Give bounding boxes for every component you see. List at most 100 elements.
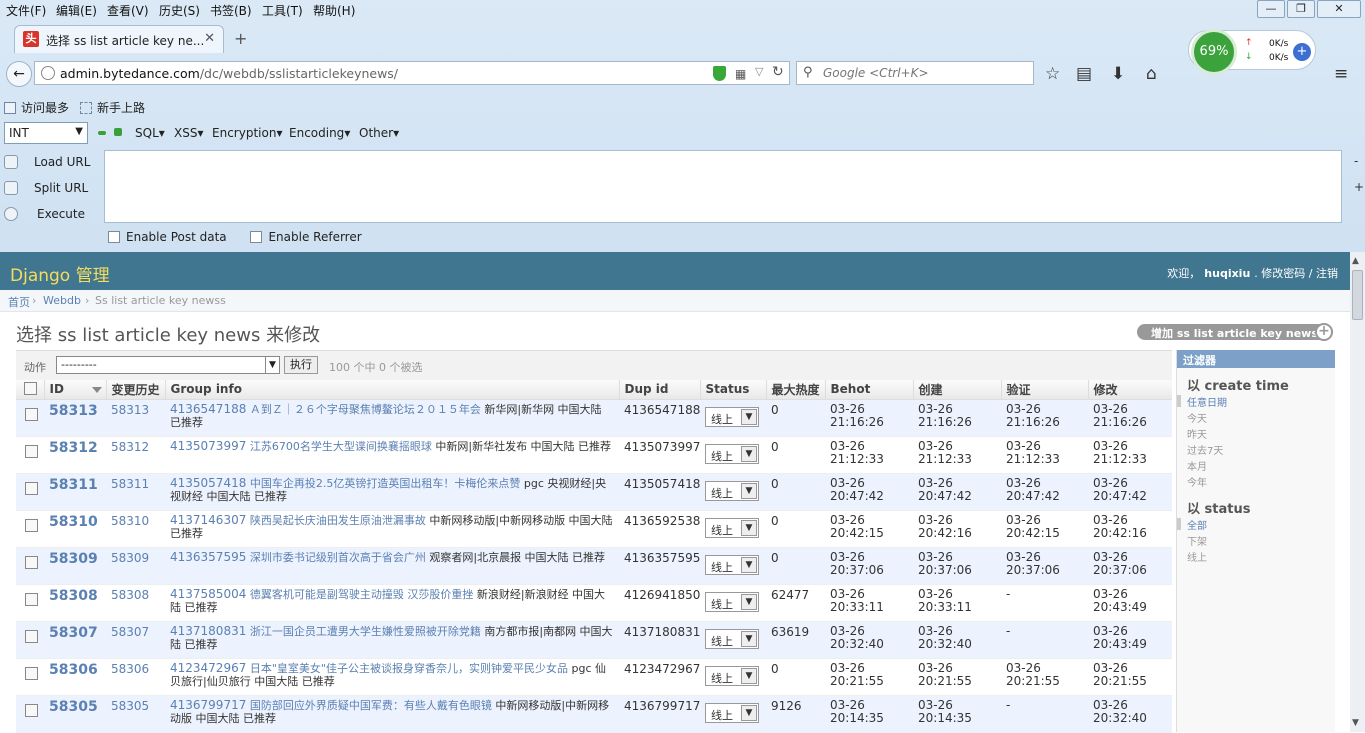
group-id-link[interactable]: 4136799717 <box>170 698 246 712</box>
row-id-link[interactable]: 58307 <box>49 625 98 641</box>
row-id-link[interactable]: 58310 <box>49 514 98 530</box>
home-icon[interactable]: ⌂ <box>1146 64 1157 84</box>
row-id-link[interactable]: 58305 <box>49 699 98 715</box>
column-verified[interactable]: 验证 <box>1000 380 1088 400</box>
row-checkbox[interactable] <box>16 436 44 474</box>
column-max-hot[interactable]: 最大热度 <box>765 380 825 400</box>
filter-option[interactable]: 今天 <box>1187 410 1207 425</box>
scroll-down-icon[interactable]: ▼ <box>1352 718 1359 728</box>
row-checkbox[interactable] <box>16 399 44 437</box>
scroll-up-icon[interactable]: ▲ <box>1352 256 1359 266</box>
row-checkbox[interactable] <box>16 658 44 696</box>
row-checkbox[interactable] <box>16 584 44 622</box>
column-dup-id[interactable]: Dup id <box>618 380 700 400</box>
group-title-link[interactable]: 江苏6700名学生大型谍间换襄摇眼球 <box>250 440 432 453</box>
search-bar[interactable]: ⚲ <box>796 61 1034 85</box>
filter-option[interactable]: 全部 <box>1187 517 1207 532</box>
restore-button[interactable]: ❐ <box>1287 0 1315 18</box>
row-id-link[interactable]: 58311 <box>49 477 98 493</box>
page-scrollbar[interactable]: ▲ ▼ <box>1350 252 1365 732</box>
bookmark-getting-started[interactable]: 新手上路 <box>80 99 145 116</box>
column-created[interactable]: 创建 <box>912 380 1001 400</box>
execute-button[interactable]: Execute <box>4 204 104 224</box>
row-history-link[interactable]: 58306 <box>106 658 165 696</box>
column-history[interactable]: 变更历史 <box>105 380 165 400</box>
select-all-checkbox[interactable] <box>16 380 44 400</box>
qr-code-icon[interactable]: ▦ <box>735 67 746 81</box>
menu-tools[interactable]: 工具(T) <box>262 2 303 19</box>
tab-close-icon[interactable]: ✕ <box>204 31 215 46</box>
filter-option[interactable]: 下架 <box>1187 533 1207 548</box>
download-icon[interactable]: ⬇ <box>1111 64 1125 84</box>
group-id-link[interactable]: 4137585004 <box>170 587 246 601</box>
filter-option[interactable]: 昨天 <box>1187 426 1207 441</box>
row-history-link[interactable]: 58305 <box>106 695 165 733</box>
menu-help[interactable]: 帮助(H) <box>313 2 355 19</box>
enable-referrer-checkbox[interactable]: Enable Referrer <box>250 230 362 244</box>
row-history-link[interactable]: 58310 <box>106 510 165 548</box>
filter-option[interactable]: 今年 <box>1187 474 1207 489</box>
group-title-link[interactable]: 陕西吴起长庆油田发生原油泄漏事故 <box>250 514 426 527</box>
new-tab-button[interactable]: + <box>234 29 247 48</box>
row-id-link[interactable]: 58313 <box>49 403 98 419</box>
hackbar-type-select[interactable]: INT ▼ <box>4 122 88 144</box>
browser-tab[interactable]: 头 选择 ss list article key ne... ✕ <box>14 25 224 53</box>
group-id-link[interactable]: 4135057418 <box>170 476 246 490</box>
row-checkbox[interactable] <box>16 473 44 511</box>
group-id-link[interactable]: 4137180831 <box>170 624 246 638</box>
add-item-button[interactable]: 增加 ss list article key news + <box>1137 323 1333 341</box>
hackbar-menu-encoding[interactable]: Encoding▾ <box>289 126 350 140</box>
status-select[interactable]: 线上 ▼ <box>705 517 759 538</box>
minus-icon[interactable] <box>98 131 106 135</box>
status-select[interactable]: 线上 ▼ <box>705 443 759 464</box>
filter-option[interactable]: 任意日期 <box>1187 394 1227 409</box>
bookmark-star-icon[interactable]: ☆ <box>1045 64 1060 84</box>
row-history-link[interactable]: 58308 <box>106 584 165 622</box>
column-status[interactable]: Status <box>699 380 766 400</box>
group-id-link[interactable]: 4135073997 <box>170 439 246 453</box>
group-title-link[interactable]: 国防部回应外界质疑中国军费：有些人戴有色眼镜 <box>250 699 492 712</box>
status-select[interactable]: 线上 ▼ <box>705 628 759 649</box>
row-history-link[interactable]: 58311 <box>106 473 165 511</box>
group-title-link[interactable]: 中国车企再投2.5亿英镑打造英国出租车！卡梅伦来点赞 <box>250 477 521 490</box>
site-brand[interactable]: Django 管理 <box>10 261 110 286</box>
row-id-link[interactable]: 58309 <box>49 551 98 567</box>
user-links[interactable]: . 修改密码 / 注销 <box>1254 267 1338 280</box>
breadcrumb-home[interactable]: 首页 <box>8 294 30 310</box>
load-url-button[interactable]: Load URL <box>4 152 104 172</box>
row-id-link[interactable]: 58306 <box>49 662 98 678</box>
action-select[interactable]: --------- ▼ <box>56 356 280 374</box>
status-select[interactable]: 线上 ▼ <box>705 665 759 686</box>
status-select[interactable]: 线上 ▼ <box>705 591 759 612</box>
group-id-link[interactable]: 4136357595 <box>170 550 246 564</box>
menu-file[interactable]: 文件(F) <box>6 2 46 19</box>
menu-bookmarks[interactable]: 书签(B) <box>210 2 252 19</box>
back-arrow-icon[interactable]: ← <box>6 61 32 87</box>
group-title-link[interactable]: Ａ到Ｚ｜２６个字母聚焦博鳌论坛２０１５年会 <box>250 403 481 416</box>
group-id-link[interactable]: 4136547188 <box>170 402 246 416</box>
row-id-link[interactable]: 58308 <box>49 588 98 604</box>
row-history-link[interactable]: 58313 <box>106 399 165 437</box>
shrink-icon[interactable]: - <box>1354 154 1358 168</box>
column-behot[interactable]: Behot <box>824 380 913 400</box>
minimize-button[interactable]: — <box>1257 0 1285 18</box>
hamburger-menu-icon[interactable]: ≡ <box>1334 64 1348 84</box>
security-shield-icon[interactable] <box>713 66 726 81</box>
hackbar-menu-sql[interactable]: SQL▾ <box>135 126 165 140</box>
column-modified[interactable]: 修改 <box>1087 380 1172 400</box>
filter-option[interactable]: 线上 <box>1187 549 1207 564</box>
menu-view[interactable]: 查看(V) <box>107 2 149 19</box>
address-bar[interactable]: admin.bytedance.com/dc/webdb/sslistartic… <box>34 61 790 85</box>
group-id-link[interactable]: 4137146307 <box>170 513 246 527</box>
status-select[interactable]: 线上 ▼ <box>705 554 759 575</box>
hackbar-menu-encryption[interactable]: Encryption▾ <box>212 126 282 140</box>
reading-list-icon[interactable]: ▤ <box>1076 64 1092 84</box>
status-select[interactable]: 线上 ▼ <box>705 480 759 501</box>
column-group-info[interactable]: Group info <box>164 380 619 400</box>
row-history-link[interactable]: 58307 <box>106 621 165 659</box>
scrollbar-thumb[interactable] <box>1352 270 1363 320</box>
row-history-link[interactable]: 58312 <box>106 436 165 474</box>
filter-option[interactable]: 本月 <box>1187 458 1207 473</box>
enable-post-data-checkbox[interactable]: Enable Post data <box>108 230 227 244</box>
status-select[interactable]: 线上 ▼ <box>705 702 759 723</box>
